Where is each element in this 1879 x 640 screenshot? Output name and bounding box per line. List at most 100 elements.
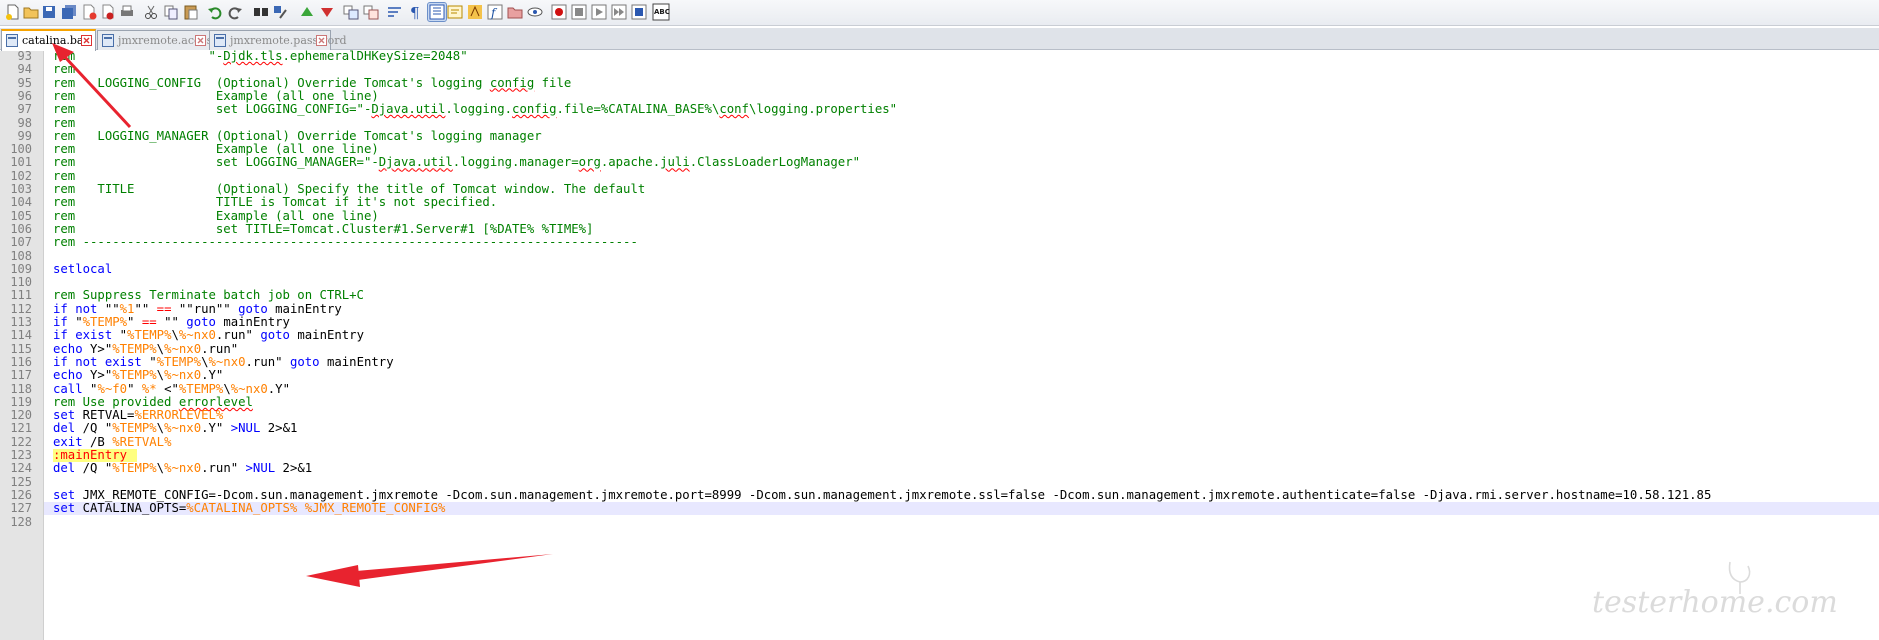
code-line[interactable]: call "%~f0" %* <"%TEMP%\%~nx0.Y" [53,381,290,396]
code-line[interactable]: rem TITLE (Optional) Specify the title o… [53,182,645,196]
code-line[interactable]: del /Q "%TEMP%\%~nx0.Y" >NUL 2>&1 [53,422,297,435]
code-line[interactable]: rem ------------------------------------… [53,236,638,249]
code-line[interactable]: rem [53,169,75,183]
code-token: .file=%CATALINA_BASE%\ [556,102,720,117]
code-line[interactable]: exit /B %RETVAL% [53,435,171,449]
function-list-button[interactable]: f [486,3,504,21]
code-token: \ [156,461,165,476]
code-token: Djava.util [371,102,446,117]
code-line[interactable]: set JMX_REMOTE_CONFIG=-Dcom.sun.manageme… [53,488,1711,502]
stop-record-icon [571,4,587,20]
line-number: 123 [10,448,32,462]
code-line[interactable]: echo Y>"%TEMP%\%~nx0.Y" [53,369,223,382]
find-icon [254,8,268,16]
code-token: %TEMP% [178,381,224,396]
code-line[interactable]: rem LOGGING_CONFIG (Optional) Override T… [53,76,571,90]
open-file-button[interactable] [22,3,40,21]
record-macro-button[interactable] [550,3,568,21]
code-token: %TEMP% [112,341,157,356]
folder-workspace-button[interactable] [506,3,524,21]
tab-jmxremote-access[interactable]: jmxremote.access [97,30,218,50]
code-line[interactable]: rem Example (all one line) [53,142,379,156]
line-number: 118 [10,381,32,396]
play-macro-button[interactable] [590,3,608,21]
tab-close-icon[interactable] [81,35,92,46]
zoom-out-button[interactable] [318,3,336,21]
code-line[interactable]: rem Suppress Terminate batch job on CTRL… [53,289,364,302]
code-line[interactable]: rem LOGGING_MANAGER (Optional) Override … [53,129,542,143]
undo-button[interactable] [206,3,224,21]
new-file-button[interactable] [4,3,22,21]
tab-label: jmxremote.password [230,34,347,47]
code-token: \logging.properties" [748,102,898,117]
save-macro-button[interactable] [630,3,648,21]
save-all-button[interactable] [60,3,78,21]
save-button[interactable] [40,3,58,21]
code-line[interactable]: rem TITLE is Tomcat if it's not specifie… [53,196,497,209]
code-line[interactable]: :mainEntry [53,448,127,462]
code-line[interactable]: rem Use provided errorlevel [53,395,253,409]
word-wrap-button[interactable] [386,3,404,21]
code-line[interactable]: rem set TITLE=Tomcat.Cluster#1.Server#1 … [53,222,593,236]
code-line[interactable]: del /Q "%TEMP%\%~nx0.run" >NUL 2>&1 [53,462,312,475]
tab-jmxremote-password[interactable]: jmxremote.password [209,30,347,50]
find-button[interactable] [252,3,270,21]
code-line[interactable]: rem Example (all one line) [53,208,379,223]
code-token: " [67,315,83,329]
code-token: %~f0 [97,381,128,396]
spell-check-button[interactable]: ABC [652,3,670,21]
code-token: ""run"" [171,301,239,316]
line-number: 94 [17,62,32,77]
code-token: rem Suppress Terminate batch job on CTRL… [53,288,364,303]
print-icon [121,5,133,16]
show-all-chars-button[interactable]: ¶ [406,3,424,21]
tab-catalina-bat[interactable]: catalina.bat [1,29,96,51]
zoom-in-button[interactable] [298,3,316,21]
cut-button[interactable] [142,3,160,21]
line-number: 110 [10,275,32,290]
doc-map-button[interactable] [466,3,484,21]
code-line[interactable]: if "%TEMP%" == "" goto mainEntry [53,315,290,329]
code-token: echo [53,368,83,383]
copy-button[interactable] [162,3,180,21]
code-line[interactable]: if exist "%TEMP%\%~nx0.run" goto mainEnt… [53,329,364,342]
user-lang-button[interactable] [446,3,464,21]
tab-close-icon[interactable] [195,35,206,46]
code-line[interactable]: setlocal [53,262,112,276]
code-token: mainEntry [319,354,394,369]
run-macro-multiple-button[interactable] [610,3,628,21]
code-line[interactable]: if not exist "%TEMP%\%~nx0.run" goto mai… [53,354,394,369]
sync-vertical-button[interactable] [342,3,360,21]
code-token: .run" [201,461,246,476]
code-line[interactable]: rem set LOGGING_MANAGER="-Djava.util.log… [53,156,860,169]
code-line[interactable]: rem Example (all one line) [53,89,379,103]
code-token: " [127,315,142,329]
stop-record-button[interactable] [570,3,588,21]
code-line[interactable]: set CATALINA_OPTS=%CATALINA_OPTS% %JMX_R… [53,502,445,515]
editor-pane[interactable]: 93 94 95 96 97 98 99 100 101 102 103 104 105 106 107 10… [0,49,1879,640]
indent-guide-button[interactable] [427,2,447,22]
code-line[interactable]: if not ""%1"" == ""run"" goto mainEntry [53,301,342,316]
code-line[interactable]: rem [53,116,75,130]
close-all-button[interactable] [98,3,116,21]
sync-horizontal-button[interactable] [362,3,380,21]
code-line[interactable]: rem [53,63,75,76]
code-token: rem Example (all one line) [53,208,379,223]
redo-button[interactable] [226,3,244,21]
paste-button[interactable] [182,3,200,21]
tab-close-icon[interactable] [316,35,327,46]
print-button[interactable] [118,3,136,21]
code-token: /Q " [75,461,113,476]
line-number: 113 [10,315,32,329]
monitor-button[interactable] [526,3,544,21]
code-token: "" [134,301,157,316]
line-number: 119 [10,394,32,409]
replace-button[interactable] [272,3,290,21]
code-line[interactable]: rem set LOGGING_CONFIG="-Djava.util.logg… [53,103,897,116]
close-button[interactable] [80,3,98,21]
code-line[interactable]: rem "-Djdk.tls.ephemeralDHKeySize=2048" [53,49,468,63]
code-line[interactable]: echo Y>"%TEMP%\%~nx0.run" [53,341,238,356]
code-line[interactable]: set RETVAL=%ERRORLEVEL% [53,408,223,422]
line-number: 109 [10,261,32,276]
